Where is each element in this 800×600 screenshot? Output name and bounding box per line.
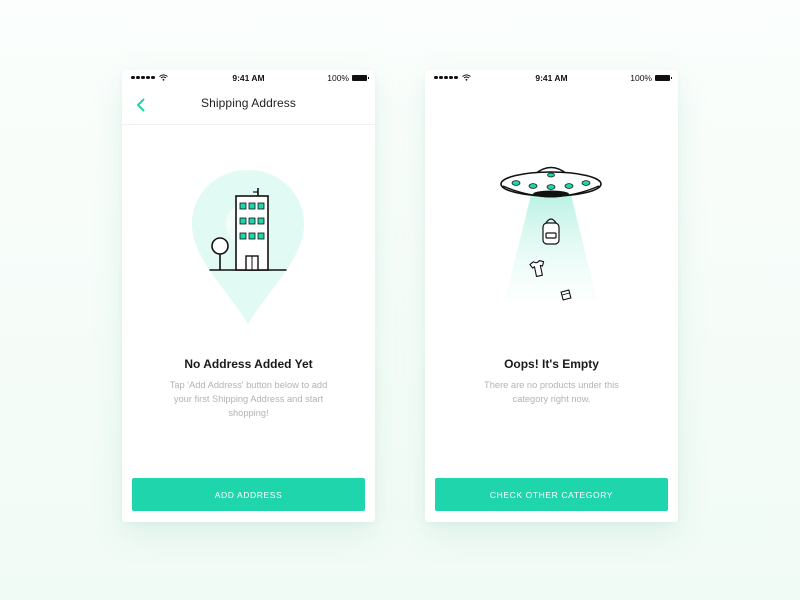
battery-percent: 100% (327, 73, 349, 83)
box-icon (560, 289, 572, 301)
empty-state-heading: No Address Added Yet (184, 357, 313, 371)
building-pin-illustration (192, 170, 304, 324)
empty-state-description: There are no products under this categor… (484, 380, 619, 404)
backpack-icon (542, 218, 560, 245)
battery-icon (352, 75, 369, 81)
ufo-illustration (500, 166, 602, 301)
status-bar: 9:41 AM 100% (425, 70, 678, 87)
page-title: Shipping Address (201, 96, 296, 110)
status-right: 100% (630, 73, 672, 83)
add-address-button[interactable]: ADD ADDRESS (132, 478, 365, 511)
battery-percent: 100% (630, 73, 652, 83)
battery-icon (655, 75, 672, 81)
empty-state-heading: Oops! It's Empty (504, 357, 599, 371)
empty-category-screen: 9:41 AM 100% Oops! It's Empty There are … (425, 70, 678, 522)
status-bar: 9:41 AM 100% (122, 70, 375, 87)
nav-bar: Shipping Address (122, 87, 375, 125)
empty-state-description: Tap 'Add Address' button below to add yo… (169, 380, 328, 418)
check-other-category-button[interactable]: CHECK OTHER CATEGORY (435, 478, 668, 511)
shipping-address-screen: 9:41 AM 100% Shipping Address No Address… (122, 70, 375, 522)
status-right: 100% (327, 73, 369, 83)
